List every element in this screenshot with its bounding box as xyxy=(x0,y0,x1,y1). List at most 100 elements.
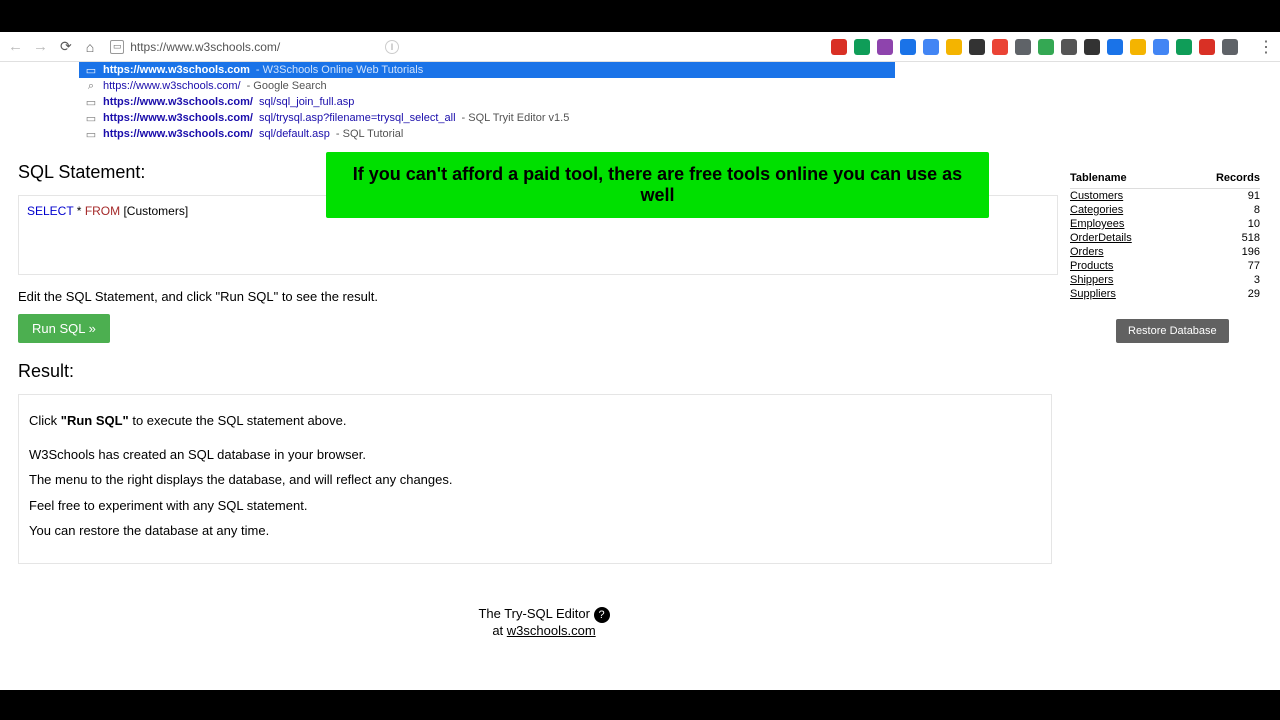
extension-icon[interactable] xyxy=(1038,39,1054,55)
result-text: W3Schools has created an SQL database in… xyxy=(29,445,1041,465)
page-info-icon[interactable]: ▭ xyxy=(110,40,124,54)
extension-icon[interactable] xyxy=(1084,39,1100,55)
result-text: The menu to the right displays the datab… xyxy=(29,470,1041,490)
letterbox-bottom xyxy=(0,690,1280,720)
page-icon: ▭ xyxy=(85,112,97,125)
extension-icon[interactable] xyxy=(992,39,1008,55)
db-sidebar: Tablename Records Customers 91 Categories 8… xyxy=(1070,62,1280,638)
table-header: Tablename Records xyxy=(1070,172,1260,189)
extension-icon[interactable] xyxy=(969,39,985,55)
suggestion-url: https://www.w3schools.com/ xyxy=(103,80,241,92)
search-icon: ⌕ xyxy=(85,80,97,93)
extension-icon[interactable] xyxy=(1222,39,1238,55)
extension-icon[interactable] xyxy=(1130,39,1146,55)
run-sql-button[interactable]: Run SQL » xyxy=(18,314,110,343)
suggestion-desc: - W3Schools Online Web Tutorials xyxy=(256,64,423,76)
footer-text: at xyxy=(492,623,506,638)
result-heading: Result: xyxy=(18,361,1070,382)
back-button[interactable]: ← xyxy=(6,38,25,55)
suggestion-path: sql/default.asp xyxy=(259,128,330,140)
sql-keyword: SELECT xyxy=(27,204,73,218)
extensions-area xyxy=(831,39,1246,55)
col-header: Records xyxy=(1216,172,1260,184)
table-row: Orders 196 xyxy=(1070,245,1260,259)
url-text[interactable]: https://www.w3schools.com/ xyxy=(130,40,379,54)
suggestion-desc: - SQL Tutorial xyxy=(336,128,403,140)
sql-keyword: FROM xyxy=(85,204,120,218)
footer-link[interactable]: w3schools.com xyxy=(507,623,596,638)
suggestion-item[interactable]: ▭ https://www.w3schools.com/sql/sql_join_… xyxy=(79,94,895,110)
result-text: Feel free to experiment with any SQL sta… xyxy=(29,496,1041,516)
page-icon: ▭ xyxy=(85,96,97,109)
suggestion-path: sql/trysql.asp?filename=trysql_select_al… xyxy=(259,112,456,124)
table-row: Employees 10 xyxy=(1070,217,1260,231)
table-row: OrderDetails 518 xyxy=(1070,231,1260,245)
extension-icon[interactable] xyxy=(1107,39,1123,55)
table-link[interactable]: Orders xyxy=(1070,246,1104,258)
suggestion-item[interactable]: ▭https://www.w3schools.com - W3Schools O… xyxy=(79,62,895,78)
page-icon: ▭ xyxy=(85,128,97,141)
extension-icon[interactable] xyxy=(1176,39,1192,55)
footer-text: The Try-SQL Editor xyxy=(478,606,593,621)
extension-icon[interactable] xyxy=(877,39,893,55)
extension-icon[interactable] xyxy=(1061,39,1077,55)
suggestion-item[interactable]: ▭ https://www.w3schools.com/sql/trysql.as… xyxy=(79,110,895,126)
record-count: 10 xyxy=(1248,218,1260,230)
result-text: You can restore the database at any time… xyxy=(29,521,1041,541)
suggestion-item[interactable]: ⌕ https://www.w3schools.com/ - Google Sea… xyxy=(79,78,895,94)
table-row: Suppliers29 xyxy=(1070,287,1260,301)
record-count: 518 xyxy=(1242,232,1260,244)
reload-button[interactable]: ⟳ xyxy=(56,38,76,55)
suggestion-url: https://www.w3schools.com/ xyxy=(103,112,253,124)
table-row: Customers 91 xyxy=(1070,189,1260,203)
table-link[interactable]: Suppliers xyxy=(1070,288,1116,300)
suggestion-url: https://www.w3schools.com/ xyxy=(103,96,253,108)
address-bar[interactable]: ▭ https://www.w3schools.com/ I xyxy=(104,35,825,59)
forward-button[interactable]: → xyxy=(31,38,50,55)
url-suggestions-dropdown: ▭ https://www.w3schools.com - W3Schools O… xyxy=(79,62,895,142)
table-link[interactable]: Customers xyxy=(1070,190,1123,202)
record-count: 8 xyxy=(1254,204,1260,216)
sql-text: * xyxy=(73,204,84,218)
extension-icon[interactable] xyxy=(1199,39,1215,55)
record-count: 91 xyxy=(1248,190,1260,202)
page-content: SQL Statement: SELECT * FROM [Customers]… xyxy=(0,62,1280,638)
help-icon[interactable]: ? xyxy=(594,607,610,623)
col-header: Tablename xyxy=(1070,172,1127,184)
menu-button[interactable]: ⋮ xyxy=(1252,37,1274,57)
suggestion-item[interactable]: ▭https://www.w3schools.com/sql/default.a… xyxy=(79,126,895,142)
table-link[interactable]: OrderDetails xyxy=(1070,232,1132,244)
extension-icon[interactable] xyxy=(923,39,939,55)
cursor-indicator: I xyxy=(385,40,399,54)
edit-hint: Edit the SQL Statement, and click "Run S… xyxy=(18,289,1070,304)
browser-toolbar: ← → ⟳ ⌂ ▭ https://www.w3schools.com/ I ⋮ xyxy=(0,32,1280,62)
extension-icon[interactable] xyxy=(946,39,962,55)
extension-icon[interactable] xyxy=(900,39,916,55)
sql-text: [Customers] xyxy=(120,204,188,218)
table-link[interactable]: Categories xyxy=(1070,204,1123,216)
record-count: 196 xyxy=(1242,246,1260,258)
restore-database-button[interactable]: Restore Database xyxy=(1116,319,1229,343)
home-button[interactable]: ⌂ xyxy=(82,39,98,55)
result-text: "Run SQL" xyxy=(61,413,129,428)
record-count: 3 xyxy=(1254,274,1260,286)
table-link[interactable]: Shippers xyxy=(1070,274,1113,286)
letterbox-top xyxy=(0,0,1280,32)
table-link[interactable]: Employees xyxy=(1070,218,1124,230)
table-link[interactable]: Products xyxy=(1070,260,1113,272)
table-row: Products 77 xyxy=(1070,259,1260,273)
extension-icon[interactable] xyxy=(854,39,870,55)
table-row: Categories 8 xyxy=(1070,203,1260,217)
suggestion-desc: - SQL Tryit Editor v1.5 xyxy=(462,112,570,124)
result-panel: Click "Run SQL" to execute the SQL state… xyxy=(18,394,1052,564)
suggestion-desc: - Google Search xyxy=(247,80,327,92)
suggestion-url: https://www.w3schools.com xyxy=(103,64,250,76)
extension-icon[interactable] xyxy=(1153,39,1169,55)
video-caption-overlay: If you can't afford a paid tool, there a… xyxy=(326,152,989,218)
record-count: 77 xyxy=(1248,260,1260,272)
table-row: Shippers 3 xyxy=(1070,273,1260,287)
extension-icon[interactable] xyxy=(831,39,847,55)
extension-icon[interactable] xyxy=(1015,39,1031,55)
main-column: SQL Statement: SELECT * FROM [Customers]… xyxy=(0,62,1070,638)
suggestion-path: sql/sql_join_full.asp xyxy=(259,96,354,108)
